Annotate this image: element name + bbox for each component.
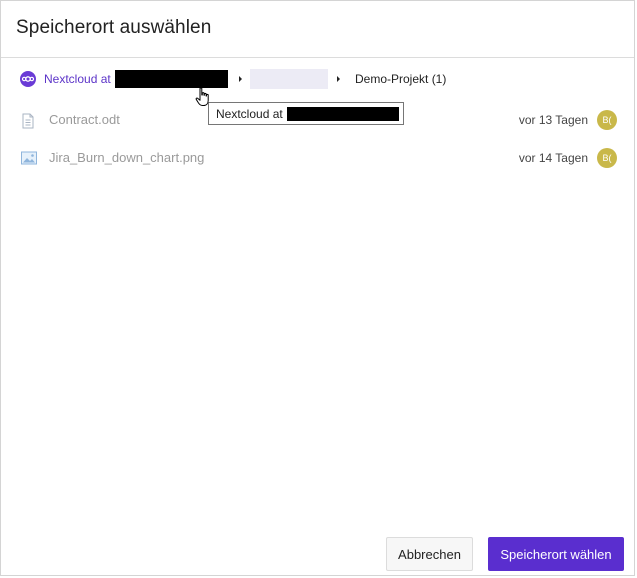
location-picker-dialog: Speicherort auswählen Nextcloud at Demo-… bbox=[0, 0, 635, 576]
chevron-right-icon bbox=[239, 76, 242, 82]
breadcrumb-folder[interactable] bbox=[250, 69, 328, 89]
cancel-button[interactable]: Abbrechen bbox=[386, 537, 473, 571]
file-date: vor 14 Tagen bbox=[518, 151, 588, 165]
document-icon bbox=[21, 113, 35, 134]
redacted-tooltip-value bbox=[287, 107, 399, 121]
hand-cursor-icon bbox=[195, 87, 211, 112]
file-date: vor 13 Tagen bbox=[518, 113, 588, 127]
file-name: Contract.odt bbox=[49, 112, 120, 127]
tooltip-text: Nextcloud at bbox=[216, 107, 283, 121]
tooltip: Nextcloud at bbox=[208, 102, 404, 125]
choose-location-button[interactable]: Speicherort wählen bbox=[488, 537, 624, 571]
avatar: B( bbox=[597, 110, 617, 130]
breadcrumb-root[interactable]: Nextcloud at bbox=[20, 69, 111, 89]
file-name: Jira_Burn_down_chart.png bbox=[49, 150, 205, 165]
chevron-right-icon bbox=[337, 76, 340, 82]
dialog-header: Speicherort auswählen bbox=[1, 1, 634, 58]
avatar: B( bbox=[597, 148, 617, 168]
dialog-title: Speicherort auswählen bbox=[16, 17, 212, 38]
file-row[interactable]: Jira_Burn_down_chart.png vor 14 Tagen B( bbox=[1, 140, 634, 176]
breadcrumb-current[interactable]: Demo-Projekt (1) bbox=[355, 72, 446, 86]
breadcrumb-root-label: Nextcloud at bbox=[44, 72, 111, 86]
redacted-server-name bbox=[115, 70, 228, 88]
image-icon bbox=[21, 151, 37, 170]
breadcrumb: Nextcloud at Demo-Projekt (1) bbox=[20, 69, 620, 89]
nextcloud-logo-icon bbox=[20, 71, 36, 87]
